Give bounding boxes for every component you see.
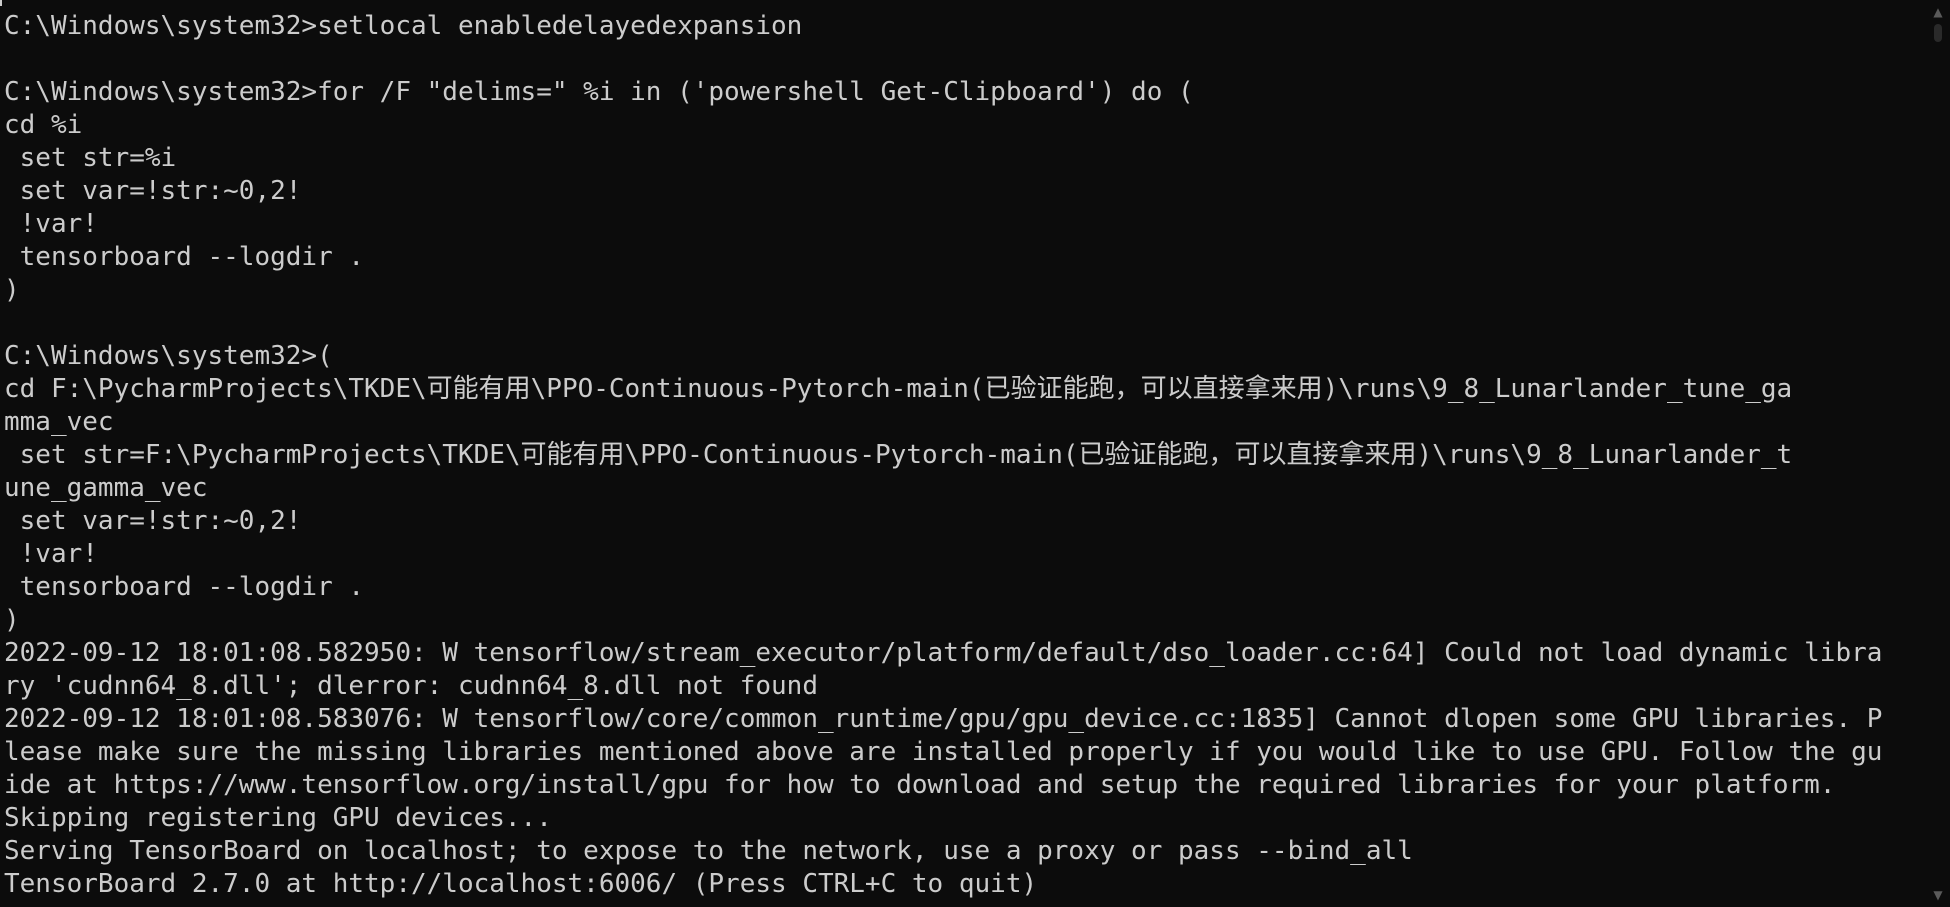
console-line: set str=%i xyxy=(4,143,177,173)
console-line: cd F:\PycharmProjects\TKDE\可能有用\PPO-Cont… xyxy=(4,374,1793,404)
console-line: !var! xyxy=(4,539,98,569)
console-line: 2022-09-12 18:01:08.583076: W tensorflow… xyxy=(4,704,1883,734)
console-line: tensorboard --logdir . xyxy=(4,572,365,602)
console-line: C:\Windows\system32>for /F "delims=" %i … xyxy=(4,77,1194,107)
console-line: une_gamma_vec xyxy=(4,473,208,503)
console-line: mma_vec xyxy=(4,407,114,437)
console-line: tensorboard --logdir . xyxy=(4,242,365,272)
scroll-up-arrow-icon[interactable]: ▲ xyxy=(1930,4,1946,20)
console-line: set var=!str:~0,2! xyxy=(4,506,302,536)
scroll-thumb[interactable] xyxy=(1934,24,1942,42)
console-line: Serving TensorBoard on localhost; to exp… xyxy=(4,836,1413,866)
console-line: ry 'cudnn64_8.dll'; dlerror: cudnn64_8.d… xyxy=(4,671,818,701)
console-line: ) xyxy=(4,605,20,635)
console-line: TensorBoard 2.7.0 at http://localhost:60… xyxy=(4,869,1038,899)
console-line: lease make sure the missing libraries me… xyxy=(4,737,1883,767)
console-line: set str=F:\PycharmProjects\TKDE\可能有用\PPO… xyxy=(4,440,1793,470)
text-cursor xyxy=(0,0,2,6)
console-line: Skipping registering GPU devices... xyxy=(4,803,552,833)
console-line: set var=!str:~0,2! xyxy=(4,176,302,206)
console-line: !var! xyxy=(4,209,98,239)
console-window[interactable]: C:\Windows\system32>setlocal enabledelay… xyxy=(0,0,1950,907)
console-line: 2022-09-12 18:01:08.582950: W tensorflow… xyxy=(4,638,1883,668)
console-output[interactable]: C:\Windows\system32>setlocal enabledelay… xyxy=(4,10,1922,901)
console-line: ) xyxy=(4,275,20,305)
console-line: ide at https://www.tensorflow.org/instal… xyxy=(4,770,1836,800)
console-line: C:\Windows\system32>( xyxy=(4,341,333,371)
vertical-scrollbar[interactable]: ▲ ▼ xyxy=(1926,0,1950,907)
scroll-down-arrow-icon[interactable]: ▼ xyxy=(1930,887,1946,903)
console-line: C:\Windows\system32>setlocal enabledelay… xyxy=(4,11,803,41)
console-line: cd %i xyxy=(4,110,83,140)
